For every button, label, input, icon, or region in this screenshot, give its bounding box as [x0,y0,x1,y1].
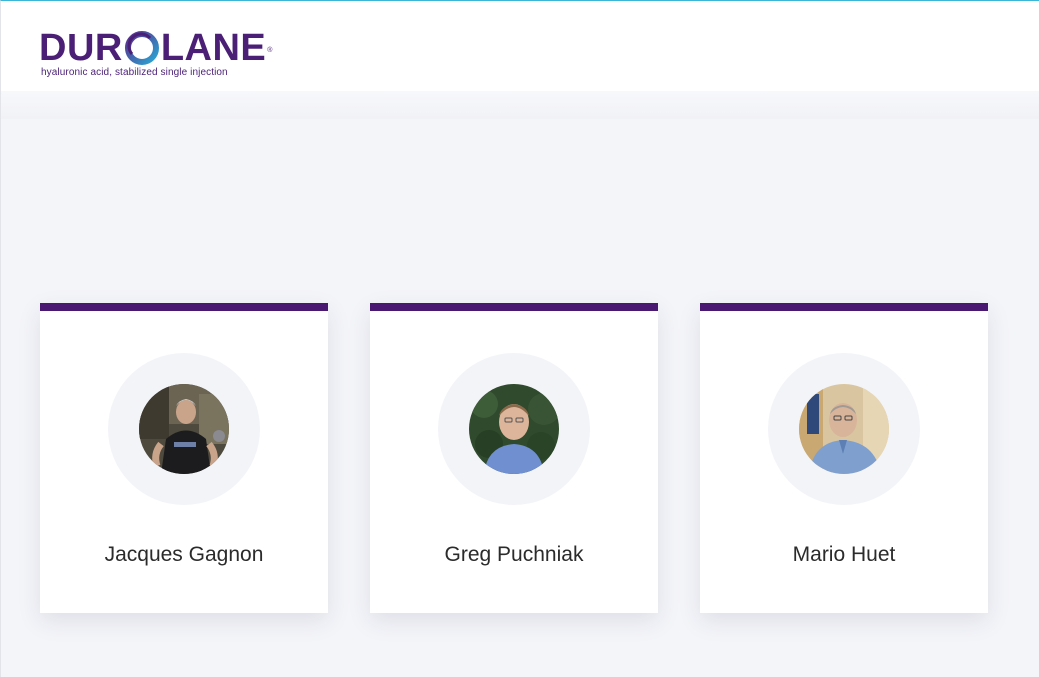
testimonial-name: Mario Huet [792,543,896,566]
avatar [799,384,889,474]
man-smiling-photo-icon [799,384,889,474]
testimonial-card[interactable]: Greg Puchniak [370,303,658,613]
logo-text-right: LANE [160,27,267,69]
site-header: DUR LANE ® hyaluronic acid, stabilized s… [1,1,1039,91]
page: DUR LANE ® hyaluronic acid, stabilized s… [0,0,1039,677]
avatar-ring [768,353,920,505]
runner-photo-icon [139,384,229,474]
avatar-ring [438,353,590,505]
testimonial-card[interactable]: Mario Huet [700,303,988,613]
testimonial-name: Greg Puchniak [444,543,584,566]
testimonial-card[interactable]: Jacques Gagnon [40,303,328,613]
man-outdoors-photo-icon [469,384,559,474]
logo-tagline: hyaluronic acid, stabilized single injec… [41,67,228,78]
registered-mark: ® [267,47,273,54]
logo-text-left: DUR [39,27,123,69]
durolane-logo[interactable]: DUR LANE ® hyaluronic acid, stabilized s… [39,27,272,81]
testimonial-cards: Jacques Gagnon Greg Puchniak Mario Huet [40,303,1000,615]
header-divider [1,91,1039,119]
avatar [469,384,559,474]
testimonial-name: Jacques Gagnon [104,543,264,566]
avatar [139,384,229,474]
avatar-ring [108,353,260,505]
logo-swirl-icon [124,30,160,66]
logo-wordmark: DUR LANE ® [39,27,272,69]
